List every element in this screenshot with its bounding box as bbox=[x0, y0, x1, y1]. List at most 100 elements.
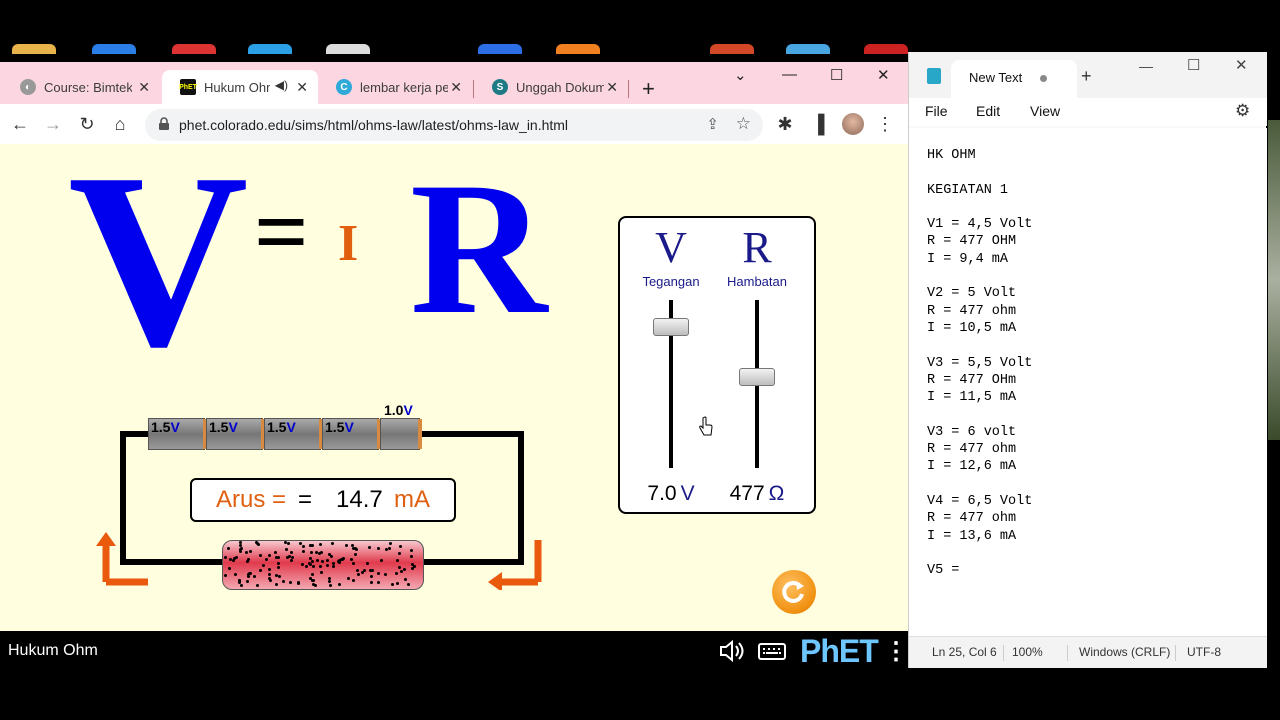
electron-dot bbox=[239, 550, 242, 553]
electron-dot bbox=[228, 567, 231, 570]
menu-view[interactable]: View bbox=[1030, 103, 1060, 119]
voltage-slider-thumb[interactable] bbox=[653, 317, 689, 336]
audio-icon[interactable]: ◀) bbox=[275, 78, 288, 92]
electron-dot bbox=[352, 579, 355, 582]
new-tab-button[interactable]: + bbox=[642, 76, 655, 102]
electron-dot bbox=[329, 584, 332, 587]
browser-toolbar: ← → ↻ ⌂ phet.colorado.edu/sims/html/ohms… bbox=[0, 104, 908, 144]
electron-dot bbox=[229, 558, 232, 561]
electron-dot bbox=[253, 575, 256, 578]
electron-dot bbox=[278, 575, 281, 578]
resistance-slider-thumb[interactable] bbox=[739, 368, 775, 387]
electron-dot bbox=[398, 552, 401, 555]
electron-dot bbox=[312, 565, 315, 568]
close-tab-icon[interactable]: ✕ bbox=[138, 79, 150, 96]
close-tab-icon[interactable]: ✕ bbox=[450, 79, 462, 96]
settings-gear-icon[interactable]: ⚙ bbox=[1235, 101, 1250, 121]
close-window-button[interactable]: ✕ bbox=[877, 66, 890, 84]
avatar[interactable] bbox=[842, 113, 864, 135]
maximize-button[interactable]: ☐ bbox=[830, 66, 843, 84]
notepad-editor[interactable]: HK OHM KEGIATAN 1 V1 = 4,5 Volt R = 477 … bbox=[909, 128, 1267, 636]
electron-dot bbox=[399, 545, 402, 548]
slider-panel: V Tegangan 7.0 V R Hambatan 477 Ω bbox=[618, 216, 816, 514]
menu-file[interactable]: File bbox=[925, 103, 948, 119]
current-unit: mA bbox=[394, 486, 430, 513]
sim-navbar: Hukum Ohm PhET ⋮ bbox=[0, 631, 908, 672]
electron-dot bbox=[224, 556, 227, 559]
equation-r: R bbox=[410, 144, 548, 354]
line-ending: Windows (CRLF) bbox=[1079, 645, 1171, 659]
electron-dot bbox=[274, 551, 277, 554]
desktop-edge bbox=[1268, 120, 1280, 440]
sound-icon[interactable] bbox=[718, 639, 748, 663]
electron-dot bbox=[377, 547, 380, 550]
browser-window: ◐ Course: Bimtek I ✕ PhET Hukum Ohm ◀) ✕… bbox=[0, 62, 908, 672]
url-text: phet.colorado.edu/sims/html/ohms-law/lat… bbox=[179, 117, 569, 133]
notepad-tab[interactable]: New Text bbox=[951, 60, 1077, 98]
battery-partial bbox=[380, 418, 422, 450]
electron-dot bbox=[318, 552, 321, 555]
notepad-close-button[interactable]: ✕ bbox=[1235, 56, 1248, 74]
keyboard-icon[interactable] bbox=[758, 641, 786, 661]
electron-dot bbox=[370, 581, 373, 584]
notepad-tab-title: New Text bbox=[969, 70, 1023, 85]
tab-search-chevron-icon[interactable]: ⌄ bbox=[734, 66, 747, 84]
electron-dot bbox=[369, 569, 372, 572]
lock-icon bbox=[159, 117, 169, 130]
notepad-maximize-button[interactable]: ☐ bbox=[1187, 56, 1200, 74]
taskbar-notes-icon bbox=[326, 44, 370, 54]
tab-title: lembar kerja pe bbox=[360, 79, 448, 95]
electron-dot bbox=[265, 558, 268, 561]
phet-logo[interactable]: PhET bbox=[800, 633, 879, 670]
electron-dot bbox=[268, 577, 271, 580]
notepad-new-tab-button[interactable]: + bbox=[1081, 66, 1092, 87]
electron-dot bbox=[326, 559, 329, 562]
notepad-statusbar: Ln 25, Col 6 100% Windows (CRLF) UTF-8 bbox=[909, 636, 1267, 668]
share-icon[interactable]: ⇪ bbox=[706, 115, 719, 133]
tab-lembar-kerja[interactable]: C lembar kerja pe ✕ bbox=[318, 70, 472, 104]
forward-arrow-icon[interactable]: → bbox=[41, 112, 65, 136]
notepad-minimize-button[interactable]: — bbox=[1139, 58, 1153, 74]
reset-button[interactable] bbox=[772, 570, 816, 614]
partial-battery-label: 1.0V bbox=[384, 402, 413, 418]
electron-dot bbox=[256, 584, 259, 587]
electron-dot bbox=[268, 568, 271, 571]
home-icon[interactable]: ⌂ bbox=[108, 112, 132, 136]
tab-unggah[interactable]: S Unggah Dokum ✕ bbox=[474, 70, 628, 104]
electron-dot bbox=[332, 565, 335, 568]
close-tab-icon[interactable]: ✕ bbox=[606, 79, 618, 96]
electron-dot bbox=[366, 562, 369, 565]
electron-dot bbox=[328, 580, 331, 583]
electron-dot bbox=[290, 559, 293, 562]
electron-dot bbox=[301, 563, 304, 566]
reload-icon[interactable]: ↻ bbox=[75, 112, 99, 136]
taskbar-app-icon bbox=[172, 44, 216, 54]
phet-menu-icon[interactable]: ⋮ bbox=[884, 637, 908, 666]
equation-i: I bbox=[338, 215, 359, 272]
taskbar-chrome-icon bbox=[92, 44, 136, 54]
electron-dot bbox=[404, 578, 407, 581]
electron-dot bbox=[368, 546, 371, 549]
tab-course[interactable]: ◐ Course: Bimtek I ✕ bbox=[2, 70, 160, 104]
electron-dot bbox=[305, 565, 308, 568]
close-tab-icon[interactable]: ✕ bbox=[296, 79, 308, 96]
extensions-icon[interactable]: ✱ bbox=[773, 112, 797, 136]
sidepanel-icon[interactable]: ▐ bbox=[806, 112, 830, 136]
electron-dot bbox=[268, 573, 271, 576]
electron-dot bbox=[299, 542, 302, 545]
electron-dot bbox=[354, 553, 357, 556]
status-separator bbox=[1003, 645, 1004, 661]
electron-dot bbox=[268, 554, 271, 557]
electron-dot bbox=[352, 562, 355, 565]
electron-dot bbox=[396, 559, 399, 562]
back-arrow-icon[interactable]: ← bbox=[8, 112, 32, 136]
menu-kebab-icon[interactable]: ⋮ bbox=[873, 112, 897, 136]
minimize-button[interactable]: — bbox=[782, 66, 797, 83]
menu-edit[interactable]: Edit bbox=[976, 103, 1000, 119]
electron-dot bbox=[395, 572, 398, 575]
electron-dot bbox=[326, 564, 329, 567]
bookmark-star-icon[interactable]: ☆ bbox=[736, 114, 751, 134]
electron-dot bbox=[410, 549, 413, 552]
tab-hukum-ohm[interactable]: PhET Hukum Ohm ◀) ✕ bbox=[162, 70, 318, 104]
address-bar[interactable]: phet.colorado.edu/sims/html/ohms-law/lat… bbox=[145, 109, 763, 141]
